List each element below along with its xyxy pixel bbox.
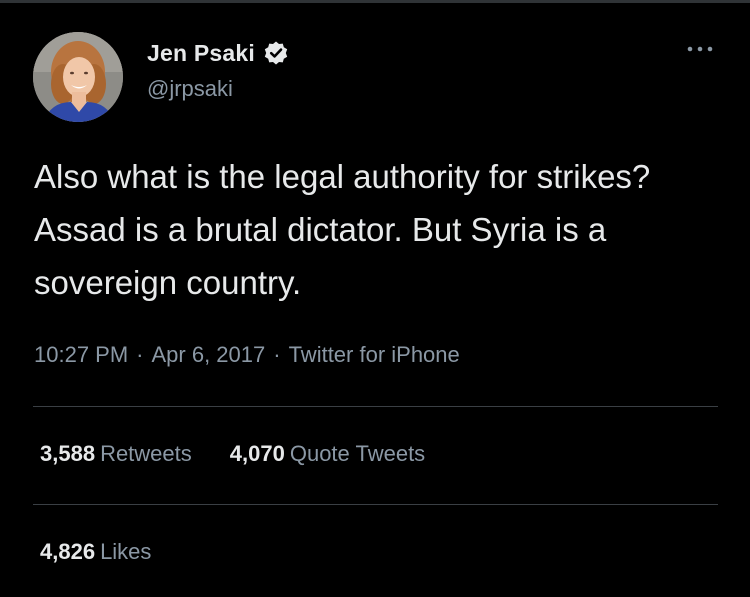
engagement-stats: 3,588 Retweets 4,070 Quote Tweets: [40, 441, 425, 467]
tweet-time[interactable]: 10:27 PM: [34, 342, 128, 367]
tweet-source[interactable]: Twitter for iPhone: [289, 342, 460, 367]
quote-tweets-count: 4,070: [229, 441, 285, 466]
retweets-label: Retweets: [100, 441, 192, 466]
likes-label: Likes: [100, 539, 152, 564]
meta-separator: ·: [136, 342, 144, 367]
retweets-stat[interactable]: 3,588 Retweets: [40, 441, 192, 467]
more-options-icon[interactable]: [682, 38, 718, 60]
quote-tweets-stat[interactable]: 4,070 Quote Tweets: [230, 441, 425, 467]
divider: [33, 504, 718, 505]
likes-count: 4,826: [40, 539, 96, 564]
user-handle[interactable]: @jrpsaki: [147, 76, 233, 102]
retweets-count: 3,588: [40, 441, 96, 466]
likes-stat[interactable]: 4,826 Likes: [40, 539, 151, 565]
author-name-row: Jen Psaki: [147, 37, 289, 69]
top-border: [0, 0, 750, 3]
verified-badge-icon: [263, 40, 289, 66]
tweet-text: Also what is the legal authority for str…: [34, 158, 651, 301]
tweet-metadata: 10:27 PM · Apr 6, 2017 · Twitter for iPhone: [34, 342, 460, 368]
meta-separator: ·: [273, 342, 281, 367]
tweet-date[interactable]: Apr 6, 2017: [152, 342, 266, 367]
avatar[interactable]: [33, 32, 123, 122]
display-name[interactable]: Jen Psaki: [147, 40, 255, 67]
avatar-photo: [33, 32, 123, 122]
divider: [33, 406, 718, 407]
quote-tweets-label: Quote Tweets: [289, 441, 426, 466]
tweet-screenshot: Jen Psaki @jrpsaki Also what is the lega…: [0, 0, 750, 597]
